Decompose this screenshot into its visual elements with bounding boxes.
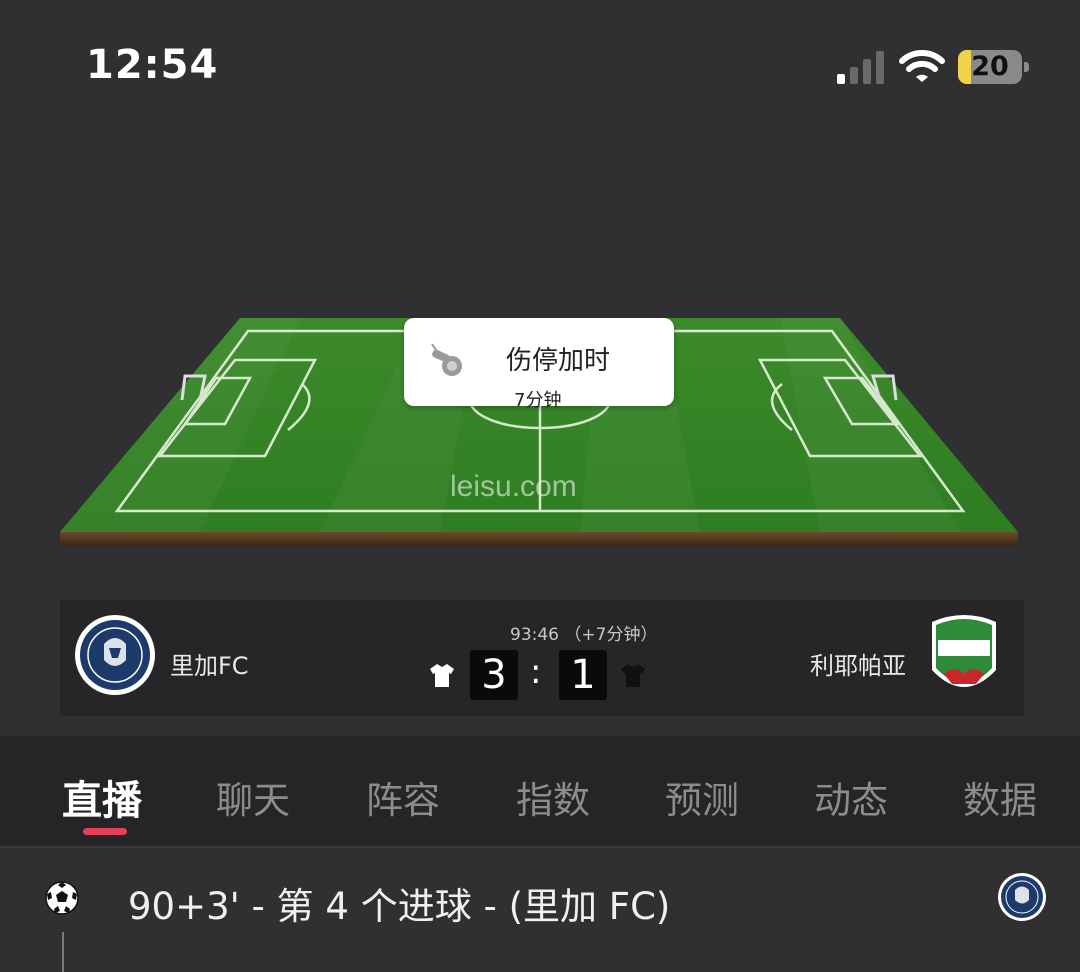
status-bar: 12:54 20 bbox=[0, 0, 1080, 130]
tab-prediction[interactable]: 预测 bbox=[665, 770, 739, 824]
wifi-icon bbox=[899, 50, 945, 82]
watermark: leisu.com bbox=[450, 470, 577, 503]
active-tab-indicator bbox=[83, 828, 127, 835]
away-score: 1 bbox=[559, 650, 607, 700]
tab-chat[interactable]: 聊天 bbox=[216, 770, 290, 824]
popup-title: 伤停加时 bbox=[506, 346, 611, 376]
injury-time-popup: 伤停加时 7分钟 bbox=[404, 318, 674, 411]
tab-news[interactable]: 动态 bbox=[814, 770, 888, 824]
tab-live[interactable]: 直播 bbox=[62, 768, 142, 826]
event-list-item[interactable]: 90+3' - 第 4 个进球 - (里加 FC) bbox=[0, 848, 1080, 972]
tab-lineup[interactable]: 阵容 bbox=[366, 770, 440, 824]
popup-subtitle: 7分钟 bbox=[514, 390, 562, 411]
riga-fc-crest-icon bbox=[998, 873, 1046, 921]
riga-fc-crest-icon[interactable] bbox=[74, 614, 156, 696]
battery-level-text: 20 bbox=[971, 51, 1009, 82]
home-score: 3 bbox=[470, 650, 518, 700]
scoreboard: 里加FC 93:46 （+7分钟） 3 : 1 利耶帕亚 bbox=[60, 600, 1024, 716]
match-clock: 93:46 （+7分钟） bbox=[510, 620, 657, 645]
tab-odds[interactable]: 指数 bbox=[516, 770, 590, 824]
battery-tip bbox=[1024, 62, 1029, 72]
tab-bar: 直播 聊天 阵容 指数 预测 动态 数据 bbox=[0, 736, 1080, 846]
tab-stats[interactable]: 数据 bbox=[963, 770, 1037, 824]
match-clock-value: 93:46 bbox=[510, 625, 559, 645]
battery-icon: 20 bbox=[958, 50, 1030, 86]
added-time: （+7分钟） bbox=[564, 625, 658, 645]
home-jersey-icon bbox=[430, 664, 454, 687]
timeline-line bbox=[62, 932, 64, 972]
pitch-view: 伤停加时 7分钟 leisu.com bbox=[0, 130, 1080, 590]
home-team-name[interactable]: 里加FC bbox=[170, 646, 249, 681]
status-time: 12:54 bbox=[86, 42, 219, 88]
whistle-icon bbox=[431, 343, 462, 376]
soccer-ball-icon bbox=[45, 881, 79, 915]
fk-liepaja-crest-icon[interactable] bbox=[928, 612, 1000, 700]
signal-icon bbox=[837, 51, 884, 84]
battery-body: 20 bbox=[958, 50, 1022, 84]
event-text: 90+3' - 第 4 个进球 - (里加 FC) bbox=[128, 885, 671, 928]
away-team-name[interactable]: 利耶帕亚 bbox=[810, 646, 906, 681]
score-separator: : bbox=[530, 652, 542, 692]
away-jersey-icon bbox=[621, 664, 645, 687]
